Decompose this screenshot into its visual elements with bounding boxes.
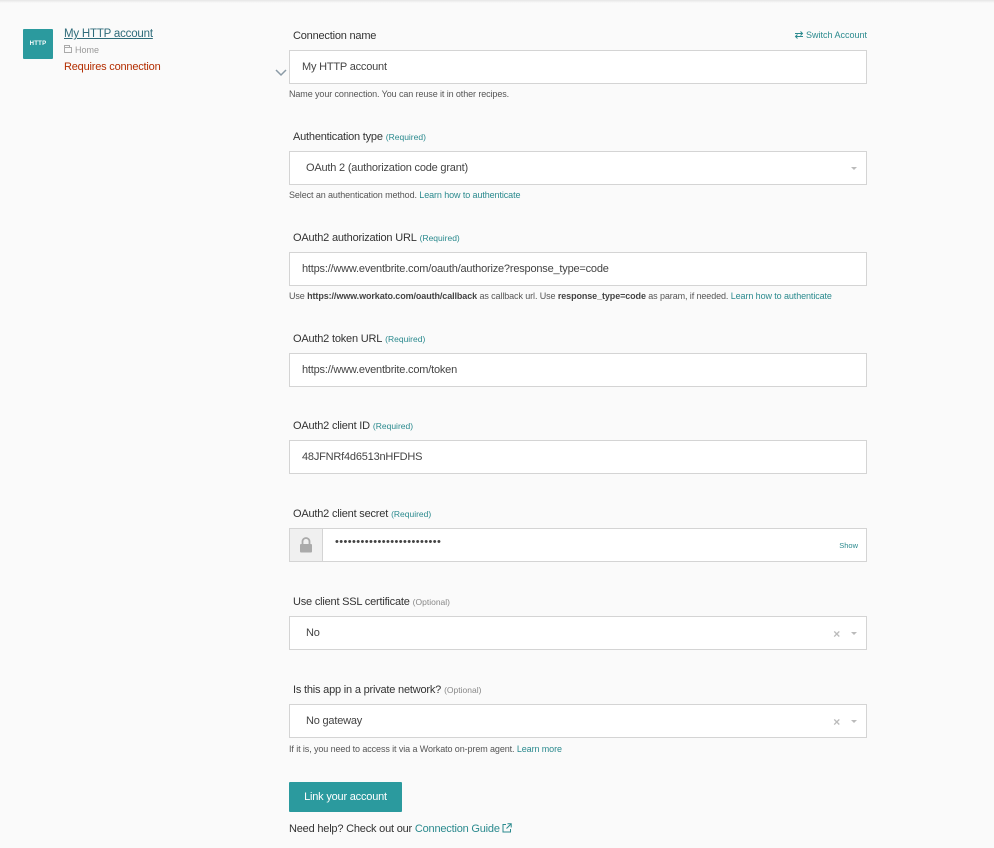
dropdown-caret-icon [851,632,857,635]
required-tag: (Required) [391,509,432,519]
http-logo: HTTP [23,29,53,59]
client-secret-field: ••••••••••••••••••••••••• Show [289,528,867,562]
auth-url-label: OAuth2 authorization URL (Required) [293,232,460,244]
account-card: HTTP My HTTP account Home Requires conne… [23,28,287,79]
client-id-input[interactable]: 48JFNRf4d6513nHFDHS [289,440,867,474]
private-network-label: Is this app in a private network? (Option… [293,684,482,696]
connection-status: Requires connection [64,61,161,73]
account-folder: Home [64,45,99,55]
help-text: Need help? Check out our Connection Guid… [289,823,512,835]
required-tag: (Required) [385,132,426,142]
client-secret-label: OAuth2 client secret (Required) [293,508,432,520]
lock-icon [300,537,312,553]
client-secret-input[interactable]: ••••••••••••••••••••••••• [335,536,441,548]
dropdown-caret-icon [851,720,857,723]
learn-auth-link[interactable]: Learn how to authenticate [731,291,832,301]
required-tag: (Required) [372,421,414,431]
folder-icon [64,45,72,53]
auth-url-input[interactable]: https://www.eventbrite.com/oauth/authori… [289,252,867,286]
top-divider [0,0,994,3]
private-network-hint: If it is, you need to access it via a Wo… [289,744,562,754]
private-network-select[interactable]: No gateway × [289,704,867,738]
show-secret-toggle[interactable]: Show [839,541,858,550]
dropdown-caret-icon [851,167,857,170]
auth-type-hint: Select an authentication method. Learn h… [289,190,521,200]
lock-addon [290,529,323,561]
folder-name: Home [75,45,100,55]
token-url-input[interactable]: https://www.eventbrite.com/token [289,353,867,387]
auth-type-select[interactable]: OAuth 2 (authorization code grant) [289,151,867,185]
clear-selection-icon[interactable]: × [833,627,840,641]
optional-tag: (Optional) [444,685,482,695]
learn-more-link[interactable]: Learn more [517,744,562,754]
response-type-param: response_type=code [557,291,646,301]
token-url-label: OAuth2 token URL (Required) [293,333,426,345]
connection-name-hint: Name your connection. You can reuse it i… [289,89,510,99]
swap-arrows-icon [794,31,804,39]
ssl-cert-label: Use client SSL certificate (Optional) [293,596,450,608]
required-tag: (Required) [385,334,426,344]
learn-auth-link[interactable]: Learn how to authenticate [419,190,520,200]
clear-selection-icon[interactable]: × [833,715,840,729]
collapse-toggle[interactable] [275,69,287,79]
connection-name-input[interactable]: My HTTP account [289,50,867,84]
switch-account-link[interactable]: Switch Account [794,30,867,40]
auth-url-hint: Use https://www.workato.com/oauth/callba… [289,291,832,301]
link-account-button[interactable]: Link your account [289,782,402,812]
account-name-link[interactable]: My HTTP account [64,28,153,40]
connection-name-label: Connection name [293,30,377,42]
auth-type-label: Authentication type (Required) [293,131,426,143]
optional-tag: (Optional) [412,597,450,607]
external-link-icon [502,823,512,833]
required-tag: (Required) [419,233,460,243]
ssl-cert-select[interactable]: No × [289,616,867,650]
client-id-label: OAuth2 client ID (Required) [293,420,414,432]
chevron-down-icon [275,69,287,77]
connection-guide-link[interactable]: Connection Guide [415,823,512,835]
callback-url: https://www.workato.com/oauth/callback [307,291,478,301]
